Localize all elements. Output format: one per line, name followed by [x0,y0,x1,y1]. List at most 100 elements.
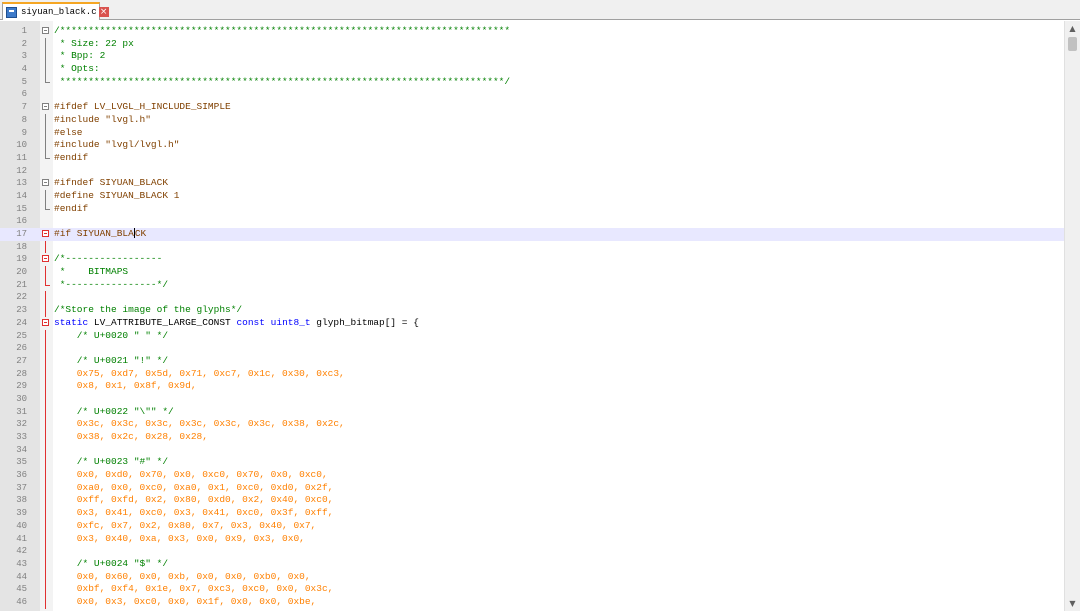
code-token: 0xbf, 0xf4, 0x1e, 0x7, 0xc3, 0xc0, 0x0, … [54,583,334,595]
code-line[interactable]: 40 0xfc, 0x7, 0x2, 0x80, 0x7, 0x3, 0x40,… [0,519,1064,533]
code-line[interactable]: 1 /**************************************… [0,25,1064,38]
code-line[interactable]: 6 [0,88,1064,101]
code-token: *----------------*/ [54,278,169,290]
file-tab[interactable]: siyuan_black.c × [2,2,109,20]
fold-toggle-icon[interactable] [40,25,53,38]
line-number: 40 [16,520,27,531]
code-line[interactable]: 42 [0,545,1064,558]
fold-line [40,507,53,520]
line-number: 41 [16,533,27,544]
code-line[interactable]: 43 /* U+0024 "$" */ [0,557,1064,571]
code-token: #endif [54,151,89,163]
vertical-scrollbar[interactable]: ▲ ▼ [1064,21,1080,611]
code-line[interactable]: 10 #include "lvgl/lvgl.h" [0,139,1064,152]
code-token: /* U+0021 "!" */ [54,354,169,366]
code-line[interactable]: 4 * Opts: [0,63,1064,76]
code-token: 0x0, 0x3, 0xc0, 0x0, 0x1f, 0x0, 0x0, 0xb… [54,595,317,607]
line-number: 24 [16,317,27,328]
code-text: * Opts: [54,63,100,76]
code-token: 0x8, 0x1, 0x8f, 0x9d, [54,380,197,392]
scroll-down-icon[interactable]: ▼ [1065,596,1080,611]
code-token: /* U+0022 "\"" */ [54,405,174,417]
code-line[interactable]: 39 0x3, 0x41, 0xc0, 0x3, 0x41, 0xc0, 0x3… [0,507,1064,520]
code-line[interactable]: 44 0x0, 0x60, 0x0, 0xb, 0x0, 0x0, 0xb0, … [0,570,1064,584]
code-line[interactable]: 16 [0,215,1064,228]
code-line[interactable]: 22 [0,291,1064,305]
line-number: 35 [16,457,27,468]
code-line[interactable]: 24 static LV_ATTRIBUTE_LARGE_CONST const … [0,317,1064,330]
code-token: CK [134,228,147,239]
code-line[interactable]: 8 #include "lvgl.h" [0,113,1064,127]
code-line[interactable]: 3 * Bpp: 2 [0,50,1064,64]
code-token: 0x0, 0xd0, 0x70, 0x0, 0xc0, 0x70, 0x0, 0… [54,469,328,481]
code-line[interactable]: 26 [0,342,1064,355]
code-line[interactable]: 29 0x8, 0x1, 0x8f, 0x9d, [0,380,1064,393]
fold-line [40,443,53,457]
code-line[interactable]: 46 0x0, 0x3, 0xc0, 0x0, 0x1f, 0x0, 0x0, … [0,595,1064,609]
code-editor[interactable]: 1 /**************************************… [0,21,1064,611]
line-number: 38 [16,495,27,506]
code-line[interactable]: 31 /* U+0022 "\"" */ [0,405,1064,419]
code-line[interactable]: 34 [0,443,1064,457]
code-line[interactable]: 33 0x38, 0x2c, 0x28, 0x28, [0,431,1064,444]
code-text: #endif [54,152,88,165]
code-text: #define SIYUAN_BLACK 1 [54,190,179,203]
scrollbar-thumb[interactable] [1068,37,1077,51]
line-number: 7 [21,102,27,113]
code-line[interactable]: 37 0xa0, 0x0, 0xc0, 0xa0, 0x1, 0xc0, 0xd… [0,481,1064,495]
code-text: * BITMAPS [54,266,128,279]
line-number: 43 [16,558,27,569]
code-line[interactable]: 27 /* U+0021 "!" */ [0,354,1064,368]
code-line[interactable]: 28 0x75, 0xd7, 0x5d, 0x71, 0xc7, 0x1c, 0… [0,367,1064,381]
fold-toggle-icon[interactable] [40,228,53,241]
code-line[interactable]: 38 0xff, 0xfd, 0x2, 0x80, 0xd0, 0x2, 0x4… [0,494,1064,508]
code-line[interactable]: 14 #define SIYUAN_BLACK 1 [0,189,1064,203]
code-line[interactable]: 17 #if SIYUAN_BLACK [0,228,1064,241]
fold-line [40,380,53,393]
code-line[interactable]: 18 [0,240,1064,254]
code-token: 0x75, 0xd7, 0x5d, 0x71, 0xc7, 0x1c, 0x30… [54,367,345,379]
code-text: /* U+0020 " " */ [54,330,168,343]
fold-line [40,266,53,279]
line-number: 45 [16,584,27,595]
code-line[interactable]: 41 0x3, 0x40, 0xa, 0x3, 0x0, 0x9, 0x3, 0… [0,532,1064,546]
line-number: 22 [16,292,27,303]
fold-toggle-icon[interactable] [40,253,53,266]
code-line[interactable]: 35 /* U+0023 "#" */ [0,456,1064,470]
code-line[interactable]: 25 /* U+0020 " " */ [0,329,1064,343]
code-text: 0xfc, 0x7, 0x2, 0x80, 0x7, 0x3, 0x40, 0x… [54,520,316,533]
code-line[interactable]: 11 #endif [0,151,1064,165]
fold-line [40,456,53,470]
line-number: 9 [21,127,27,138]
line-number: 16 [16,216,27,227]
code-line[interactable]: 12 [0,165,1064,178]
code-token: #include "lvgl.h" [54,113,151,125]
tab-label: siyuan_black.c [21,7,97,17]
fold-toggle-icon[interactable] [40,101,53,114]
code-line[interactable]: 20 * BITMAPS [0,266,1064,279]
code-line[interactable]: 19 /*----------------- [0,253,1064,266]
fold-line [40,88,53,101]
code-token: 0xff, 0xfd, 0x2, 0x80, 0xd0, 0x2, 0x40, … [54,494,334,506]
line-number: 3 [21,51,27,62]
code-text: 0x3, 0x40, 0xa, 0x3, 0x0, 0x9, 0x3, 0x0, [54,533,305,546]
fold-toggle-icon[interactable] [40,177,53,190]
close-icon[interactable]: × [98,7,109,17]
code-line[interactable]: 30 [0,392,1064,406]
code-line[interactable]: 5 **************************************… [0,75,1064,89]
code-line[interactable]: 45 0xbf, 0xf4, 0x1e, 0x7, 0xc3, 0xc0, 0x… [0,583,1064,596]
code-line[interactable]: 15 #endif [0,202,1064,216]
code-line[interactable]: 21 *----------------*/ [0,278,1064,292]
file-icon [6,6,17,18]
scroll-up-icon[interactable]: ▲ [1065,21,1080,36]
code-line[interactable]: 32 0x3c, 0x3c, 0x3c, 0x3c, 0x3c, 0x3c, 0… [0,418,1064,431]
code-line[interactable]: 7 #ifdef LV_LVGL_H_INCLUDE_SIMPLE [0,101,1064,114]
code-line[interactable]: 9 #else [0,126,1064,140]
code-line[interactable]: 13 #ifndef SIYUAN_BLACK [0,177,1064,190]
code-line[interactable]: 36 0x0, 0xd0, 0x70, 0x0, 0xc0, 0x70, 0x0… [0,469,1064,482]
line-number: 15 [16,203,27,214]
fold-toggle-icon[interactable] [40,317,53,330]
code-line[interactable]: 2 * Size: 22 px [0,37,1064,51]
code-line[interactable]: 23 /*Store the image of the glyphs*/ [0,304,1064,317]
fold-line [40,469,53,482]
